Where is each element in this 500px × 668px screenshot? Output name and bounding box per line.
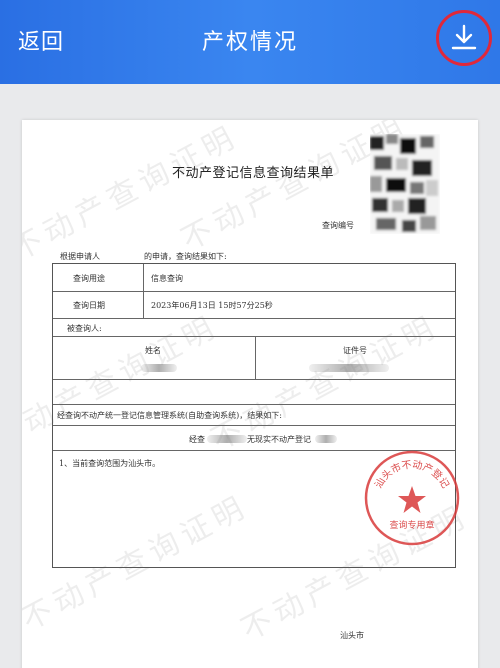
id-header: 证件号: [343, 346, 367, 355]
name-header: 姓名: [145, 346, 161, 355]
purpose-value: 信息查询: [151, 274, 183, 283]
official-seal: 汕头市不动产登记 查询专用章: [364, 450, 460, 546]
download-icon: [451, 24, 477, 50]
redacted-result-tail: [315, 435, 337, 443]
intro-prefix: 根据申请人: [60, 252, 100, 261]
system-statement: 经查询不动产统一登记信息管理系统(自助查询系统)，结果如下:: [57, 411, 282, 420]
redacted-result-name: [207, 435, 247, 443]
page-title: 产权情况: [201, 30, 298, 55]
query-number-label: 查询编号: [322, 221, 354, 230]
seal-bottom-text: 查询专用章: [389, 519, 434, 531]
qr-code: [370, 134, 440, 234]
purpose-label: 查询用途: [73, 274, 105, 283]
document-paper: 不动产查询证明 不动产查询证明 不动产查询证明 不动产查询证明 不动产查询证明 …: [22, 120, 478, 668]
download-button[interactable]: [436, 10, 492, 66]
result-prefix: 经查: [189, 435, 205, 444]
intro-line: 根据申请人 的申请，查询结果如下:: [60, 251, 227, 262]
scope-note: 1、当前查询范围为汕头市。: [59, 459, 161, 468]
date-value: 2023年06月13日 15时57分25秒: [151, 301, 273, 310]
svg-text:汕头市不动产登记: 汕头市不动产登记: [373, 459, 452, 491]
queried-person-label: 被查询人:: [67, 324, 102, 333]
app-header: 返回 产权情况: [0, 0, 500, 84]
result-text: 无现实不动产登记: [247, 435, 311, 444]
redacted-id: [309, 364, 389, 372]
redacted-name: [141, 364, 177, 372]
document-title: 不动产登记信息查询结果单: [172, 166, 335, 181]
date-label: 查询日期: [73, 301, 105, 310]
seal-top-text: 汕头市不动产登记: [373, 459, 452, 491]
footer-city: 汕头市: [340, 631, 364, 640]
redacted-applicant: [100, 251, 144, 259]
intro-suffix: 的申请，查询结果如下:: [144, 252, 227, 261]
